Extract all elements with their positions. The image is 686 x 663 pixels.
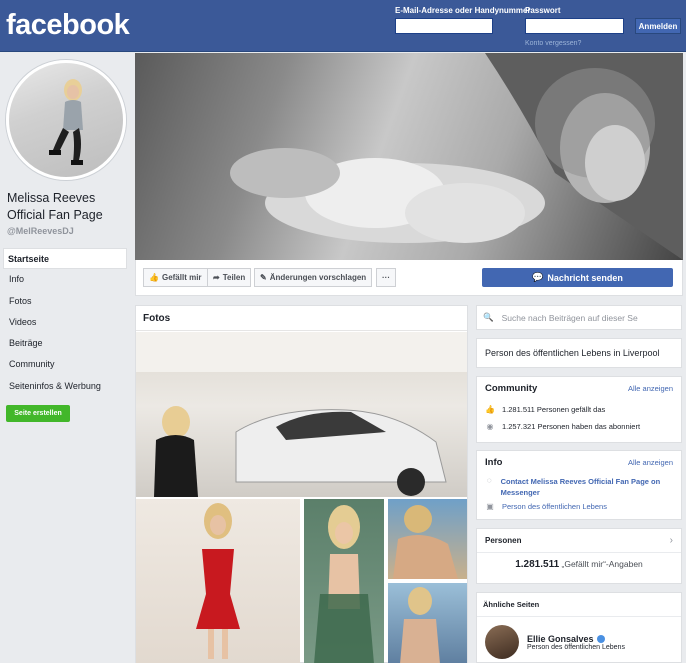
community-card: Community Alle anzeigen 👍 1.281.511 Pers… bbox=[476, 376, 682, 443]
more-options-button[interactable]: ··· bbox=[376, 268, 396, 287]
profile-photo-figure bbox=[49, 79, 83, 165]
people-title[interactable]: Personen bbox=[485, 536, 521, 545]
photo-bikini-tropical-image bbox=[314, 505, 374, 663]
photo-beach-1[interactable] bbox=[388, 499, 467, 579]
page-navigation: Startseite Info Fotos Videos Beiträge Co… bbox=[3, 248, 127, 397]
page-action-bar: 👍 Gefällt mir ➦ Teilen ✎ Änderungen vors… bbox=[135, 260, 683, 296]
similar-page-avatar[interactable] bbox=[485, 625, 519, 659]
send-message-button[interactable]: 💬 Nachricht senden bbox=[482, 268, 673, 287]
page-search-placeholder: Suche nach Beiträgen auf dieser Se bbox=[501, 312, 638, 323]
community-likes-text: 1.281.511 Personen gefällt das bbox=[502, 405, 606, 414]
info-card: Info Alle anzeigen ◌ Contact Melissa Ree… bbox=[476, 450, 682, 520]
community-see-all-link[interactable]: Alle anzeigen bbox=[628, 384, 673, 393]
people-likes-count: 1.281.511 bbox=[515, 559, 560, 570]
forgot-account-link[interactable]: Konto vergessen? bbox=[525, 40, 581, 47]
suggest-edits-button[interactable]: ✎ Änderungen vorschlagen bbox=[254, 268, 373, 287]
page-title: Melissa Reeves Official Fan Page bbox=[7, 191, 103, 222]
category-icon: ▣ bbox=[486, 502, 494, 511]
page-search-box[interactable]: 🔍 Suche nach Beiträgen auf dieser Se bbox=[476, 305, 682, 330]
page-category[interactable]: Person des öffentlichen Lebens in Liverp… bbox=[485, 348, 659, 358]
info-see-all-link[interactable]: Alle anzeigen bbox=[628, 458, 673, 467]
photo-beach-2[interactable] bbox=[388, 583, 467, 663]
create-page-button[interactable]: Seite erstellen bbox=[6, 405, 70, 422]
community-followers-row: ◉ 1.257.321 Personen haben das abonniert bbox=[485, 422, 673, 431]
photo-red-dress[interactable] bbox=[136, 499, 300, 663]
top-navigation-bar: facebook E-Mail-Adresse oder Handynummer… bbox=[0, 0, 686, 52]
facebook-logo[interactable]: facebook bbox=[6, 9, 130, 42]
photo-bikini-tropical[interactable] bbox=[304, 499, 384, 663]
login-button[interactable]: Anmelden bbox=[635, 18, 681, 34]
messenger-icon: ◌ bbox=[486, 476, 492, 485]
people-likes-summary[interactable]: 1.281.511 „Gefällt mir“-Angaben bbox=[477, 553, 681, 570]
password-input[interactable] bbox=[525, 18, 624, 34]
suggest-edits-label: Änderungen vorschlagen bbox=[269, 273, 367, 282]
similar-page-item[interactable]: Ellie Gonsalves Person des öffentlichen … bbox=[477, 617, 681, 663]
photo-red-dress-image bbox=[196, 503, 240, 659]
nav-item-community[interactable]: Community bbox=[3, 354, 127, 375]
category-card: Person des öffentlichen Lebens in Liverp… bbox=[476, 338, 682, 368]
search-icon: 🔍 bbox=[483, 312, 494, 322]
photo-car-showroom[interactable] bbox=[136, 332, 467, 497]
similar-pages-card: Ähnliche Seiten Ellie Gonsalves Person d… bbox=[476, 592, 682, 663]
email-label: E-Mail-Adresse oder Handynummer bbox=[395, 6, 531, 15]
page-handle[interactable]: @MelReevesDJ bbox=[7, 226, 74, 236]
cover-photo-image bbox=[230, 53, 683, 260]
share-button-label: Teilen bbox=[222, 273, 246, 282]
nav-item-beitraege[interactable]: Beiträge bbox=[3, 333, 127, 354]
messenger-icon: 💬 bbox=[532, 272, 544, 282]
similar-page-name[interactable]: Ellie Gonsalves bbox=[527, 634, 594, 644]
like-button[interactable]: 👍 Gefällt mir bbox=[143, 268, 208, 287]
nav-item-fotos[interactable]: Fotos bbox=[3, 291, 127, 312]
community-title[interactable]: Community bbox=[485, 383, 537, 394]
photo-car-showroom-image bbox=[136, 332, 467, 497]
info-contact-row: ◌ Contact Melissa Reeves Official Fan Pa… bbox=[485, 476, 673, 498]
verified-badge-icon bbox=[596, 634, 605, 643]
share-button[interactable]: ➦ Teilen bbox=[207, 268, 252, 287]
photo-beach-2-image bbox=[400, 587, 440, 663]
nav-item-seiteninfos[interactable]: Seiteninfos & Werbung bbox=[3, 376, 127, 397]
people-card: Personen › 1.281.511 „Gefällt mir“-Angab… bbox=[476, 528, 682, 584]
people-likes-suffix: „Gefällt mir“-Angaben bbox=[561, 559, 643, 569]
pencil-icon: ✎ bbox=[260, 273, 267, 282]
chevron-right-icon[interactable]: › bbox=[670, 535, 673, 546]
thumbs-up-icon: 👍 bbox=[149, 273, 159, 282]
thumbs-up-icon: 👍 bbox=[485, 405, 495, 414]
info-contact-link[interactable]: Contact Melissa Reeves Official Fan Page… bbox=[501, 476, 673, 498]
nav-item-startseite[interactable]: Startseite bbox=[3, 248, 127, 270]
community-followers-text: 1.257.321 Personen haben das abonniert bbox=[502, 422, 641, 431]
info-type-link[interactable]: Person des öffentlichen Lebens bbox=[502, 502, 607, 511]
community-likes-row: 👍 1.281.511 Personen gefällt das bbox=[485, 405, 673, 414]
photos-section: Fotos bbox=[135, 305, 468, 663]
nav-item-info[interactable]: Info bbox=[3, 269, 127, 290]
cover-photo[interactable] bbox=[135, 53, 683, 260]
share-icon: ➦ bbox=[213, 273, 220, 282]
info-title[interactable]: Info bbox=[485, 457, 502, 468]
rss-icon: ◉ bbox=[486, 422, 494, 431]
photos-title[interactable]: Fotos bbox=[136, 306, 467, 331]
nav-item-videos[interactable]: Videos bbox=[3, 312, 127, 333]
email-input[interactable] bbox=[395, 18, 493, 34]
info-type-row: ▣ Person des öffentlichen Lebens bbox=[485, 502, 673, 511]
profile-picture[interactable] bbox=[6, 60, 126, 180]
password-label: Passwort bbox=[525, 6, 561, 15]
send-message-label: Nachricht senden bbox=[547, 272, 623, 283]
photo-beach-1-image bbox=[393, 505, 458, 579]
like-button-label: Gefällt mir bbox=[161, 273, 202, 282]
similar-page-type: Person des öffentlichen Lebens bbox=[527, 643, 625, 651]
similar-pages-title: Ähnliche Seiten bbox=[477, 593, 681, 617]
